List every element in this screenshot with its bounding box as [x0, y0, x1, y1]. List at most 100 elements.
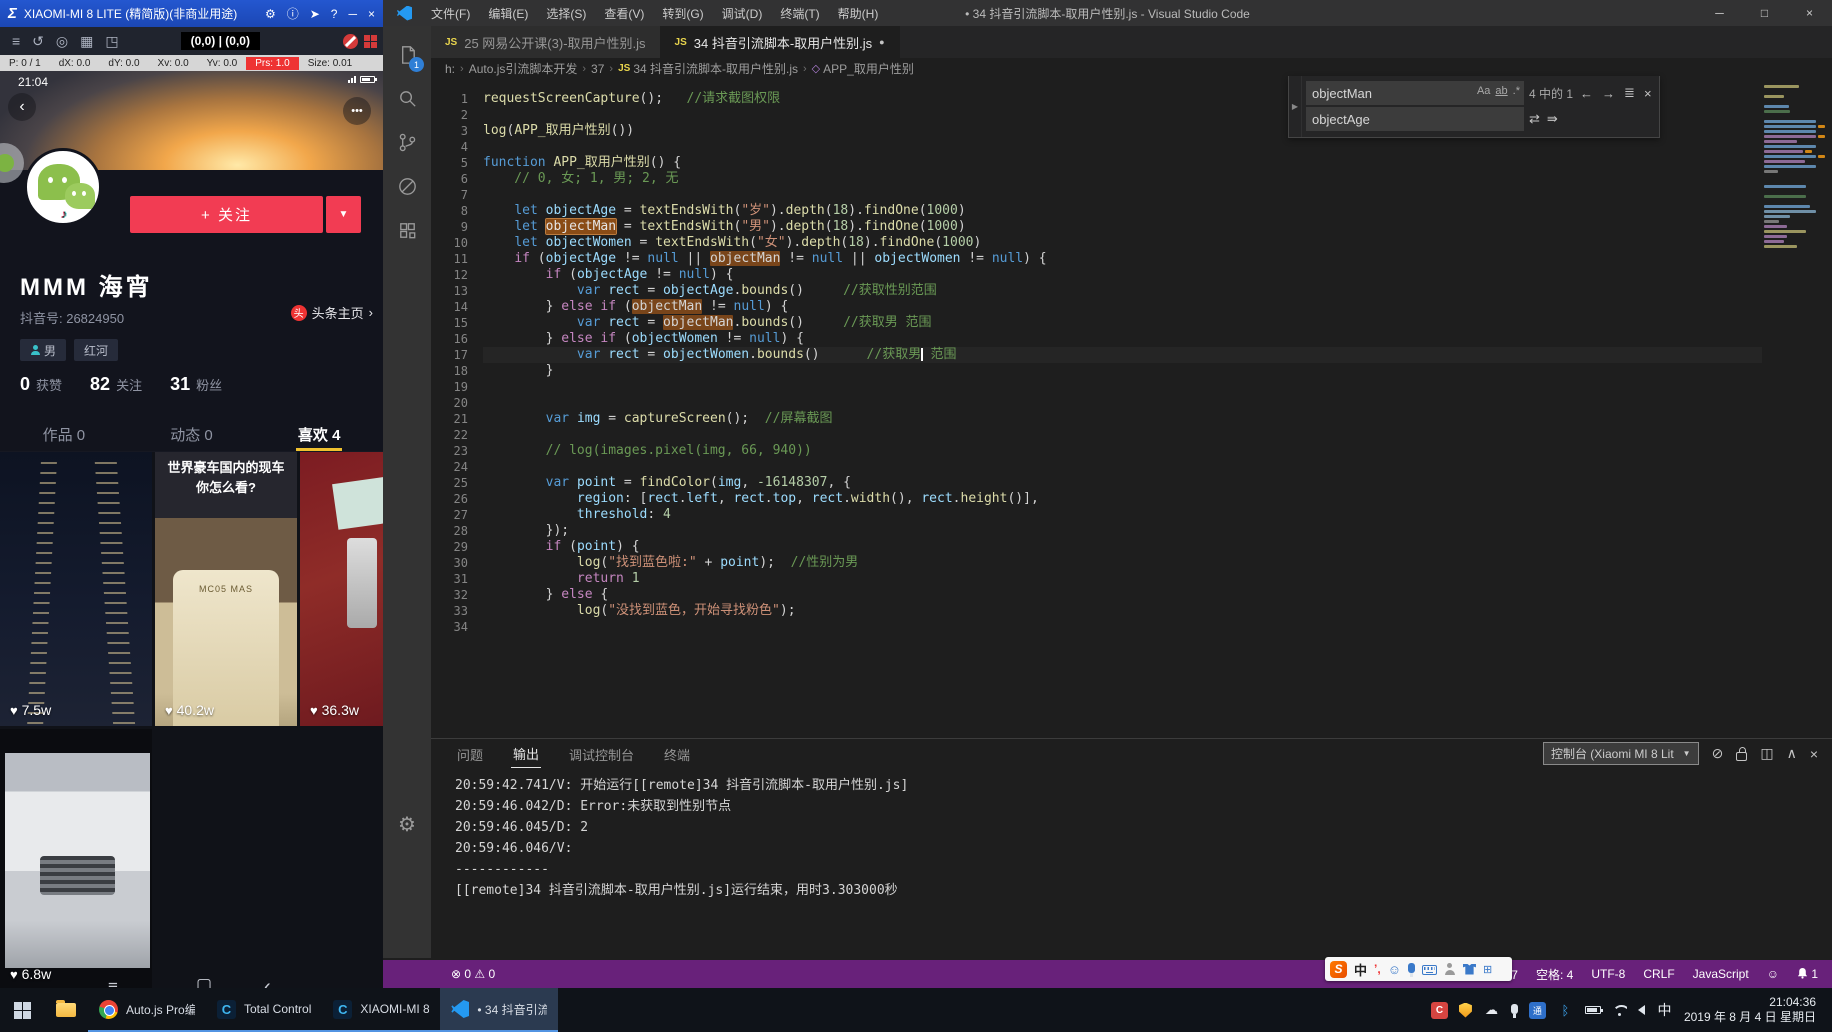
profile-tab-喜欢[interactable]: 喜欢 4 [255, 420, 383, 451]
code-line[interactable]: 4 [431, 139, 1762, 155]
source-control-icon[interactable] [383, 122, 431, 162]
profile-stat[interactable]: 31粉丝 [170, 374, 222, 395]
security-shield-icon[interactable] [1459, 1003, 1472, 1018]
menu-item[interactable]: 文件(F) [422, 5, 479, 22]
start-button[interactable] [0, 988, 44, 1032]
rotate-icon[interactable]: ↺ [32, 33, 44, 50]
panel-tab-调试控制台[interactable]: 调试控制台 [567, 741, 636, 768]
red-grid-icon[interactable] [364, 35, 377, 48]
more-button[interactable]: ••• [343, 97, 371, 125]
toolbox-icon[interactable]: ⊞ [1483, 963, 1492, 976]
ime-punctuation-icon[interactable]: ’, [1374, 962, 1381, 976]
profile-tab-动态[interactable]: 动态 0 [128, 420, 256, 451]
language-mode[interactable]: JavaScript [1693, 967, 1749, 981]
taskbar-clock[interactable]: 21:04:36 2019 年 8 月 4 日 星期日 [1684, 995, 1822, 1025]
notifications-bell[interactable]: 1 [1797, 967, 1818, 981]
menu-item[interactable]: 查看(V) [595, 5, 653, 22]
skin-icon[interactable] [1463, 964, 1476, 975]
code-line[interactable]: 24 [431, 459, 1762, 475]
replace-all-button[interactable]: ⇛ [1547, 111, 1558, 127]
find-in-selection-button[interactable]: ≣ [1622, 85, 1637, 101]
output-log[interactable]: 20:59:42.741/V: 开始运行[[remote]34 抖音引流脚本-取… [455, 775, 1812, 956]
indentation[interactable]: 空格: 4 [1536, 966, 1573, 983]
replace-button[interactable]: ⇄ [1529, 111, 1540, 127]
code-line[interactable]: 29 if (point) { [431, 539, 1762, 555]
menu-item[interactable]: 编辑(E) [479, 5, 537, 22]
ime-mode-indicator[interactable]: 中 [1354, 960, 1367, 979]
profile-stat[interactable]: 0获赞 [20, 374, 62, 395]
profile-tag[interactable]: 红河 [74, 339, 118, 361]
menu-item[interactable]: 调试(D) [713, 5, 772, 22]
minimize-button[interactable]: ─ [348, 7, 357, 21]
menu-icon[interactable]: ≡ [12, 33, 20, 49]
menu-item[interactable]: 帮助(H) [829, 5, 888, 22]
code-line[interactable]: 5function APP_取用户性别() { [431, 155, 1762, 171]
code-line[interactable]: 9 let objectMan = textEndsWith("男").dept… [431, 219, 1762, 235]
toutiao-homepage-link[interactable]: 头 头条主页 › [291, 303, 373, 322]
breadcrumb-item[interactable]: Auto.js引流脚本开发 [469, 60, 578, 77]
grid-view-icon[interactable]: ▦ [80, 33, 93, 50]
video-thumbnail[interactable]: ♥ 36.3w [300, 452, 383, 726]
voice-input-icon[interactable] [1408, 963, 1415, 973]
code-line[interactable]: 27 threshold: 4 [431, 507, 1762, 523]
extensions-icon[interactable] [383, 210, 431, 250]
taskbar-app-button[interactable]: • 34 抖音引流脚本... [440, 988, 558, 1032]
minimap[interactable] [1764, 85, 1828, 255]
close-button[interactable]: × [1787, 0, 1832, 26]
code-line[interactable]: 15 var rect = objectMan.bounds() //获取男 范… [431, 315, 1762, 331]
code-line[interactable]: 26 region: [rect.left, rect.top, rect.wi… [431, 491, 1762, 507]
menu-item[interactable]: 终端(T) [771, 5, 828, 22]
maximize-button[interactable]: □ [1742, 0, 1787, 26]
video-thumbnail[interactable]: ♥ 7.5w [0, 452, 152, 726]
taskbar-app-button[interactable]: CTotal Control [206, 988, 322, 1032]
video-thumbnail[interactable]: 世界豪车国内的现车 你怎么看? MC05 MAS ♥ 40.2w [155, 452, 297, 726]
code-line[interactable]: 32 } else { [431, 587, 1762, 603]
account-icon[interactable] [1444, 963, 1456, 975]
code-line[interactable]: 34 [431, 619, 1762, 635]
follow-dropdown-button[interactable]: ▼ [326, 196, 361, 233]
profile-stat[interactable]: 82关注 [90, 374, 142, 395]
code-line[interactable]: 7 [431, 187, 1762, 203]
menu-item[interactable]: 转到(G) [653, 5, 712, 22]
bluetooth-icon[interactable]: ᛒ [1557, 1002, 1574, 1019]
code-line[interactable]: 22 [431, 427, 1762, 443]
tray-app-icon[interactable]: C [1431, 1002, 1448, 1019]
find-previous-button[interactable]: ← [1578, 86, 1595, 101]
disable-touch-icon[interactable] [343, 34, 358, 49]
lock-scroll-icon[interactable] [1736, 752, 1747, 761]
code-line[interactable]: 16 } else if (objectWomen != null) { [431, 331, 1762, 347]
breadcrumb-item[interactable]: 34 抖音引流脚本-取用户性别.js [633, 60, 798, 77]
replace-input[interactable] [1306, 107, 1524, 131]
code-line[interactable]: 19 [431, 379, 1762, 395]
microphone-icon[interactable] [1511, 1004, 1518, 1014]
fullscreen-icon[interactable]: ◳ [105, 33, 118, 50]
breadcrumb-item[interactable]: h: [445, 62, 455, 76]
find-next-button[interactable]: → [1600, 86, 1617, 101]
explorer-icon[interactable]: 1 [383, 34, 431, 74]
code-line[interactable]: 31 return 1 [431, 571, 1762, 587]
encoding[interactable]: UTF-8 [1591, 967, 1625, 981]
output-channel-select[interactable]: 控制台 (Xiaomi MI 8 Lit ▼ [1543, 742, 1699, 765]
eol-sequence[interactable]: CRLF [1643, 967, 1674, 981]
split-panel-icon[interactable]: ◫ [1760, 745, 1773, 762]
follow-button[interactable]: + 关注 [130, 196, 323, 233]
manage-gear-icon[interactable]: ⚙ [383, 804, 431, 844]
search-icon[interactable] [383, 78, 431, 118]
help-icon[interactable]: ? [331, 7, 338, 21]
close-button[interactable]: × [368, 7, 375, 21]
close-panel-icon[interactable]: × [1810, 746, 1818, 762]
code-line[interactable]: 13 var rect = objectAge.bounds() //获取性别范… [431, 283, 1762, 299]
cloud-icon[interactable]: ☁ [1483, 1002, 1500, 1019]
code-line[interactable]: 8 let objectAge = textEndsWith("岁").dept… [431, 203, 1762, 219]
file-explorer-button[interactable] [44, 988, 88, 1032]
code-line[interactable]: 10 let objectWomen = textEndsWith("女").d… [431, 235, 1762, 251]
code-line[interactable]: 20 [431, 395, 1762, 411]
close-find-button[interactable]: × [1642, 86, 1654, 101]
minimize-button[interactable]: ─ [1697, 0, 1742, 26]
code-line[interactable]: 17 var rect = objectWomen.bounds() //获取男… [431, 347, 1762, 363]
volume-icon[interactable] [1638, 1005, 1645, 1015]
profile-tag[interactable]: 男 [20, 339, 66, 361]
regex-icon[interactable]: .* [1513, 85, 1520, 97]
profile-tab-作品[interactable]: 作品 0 [0, 420, 128, 451]
code-line[interactable]: 30 log("找到蓝色啦:" + point); //性别为男 [431, 555, 1762, 571]
